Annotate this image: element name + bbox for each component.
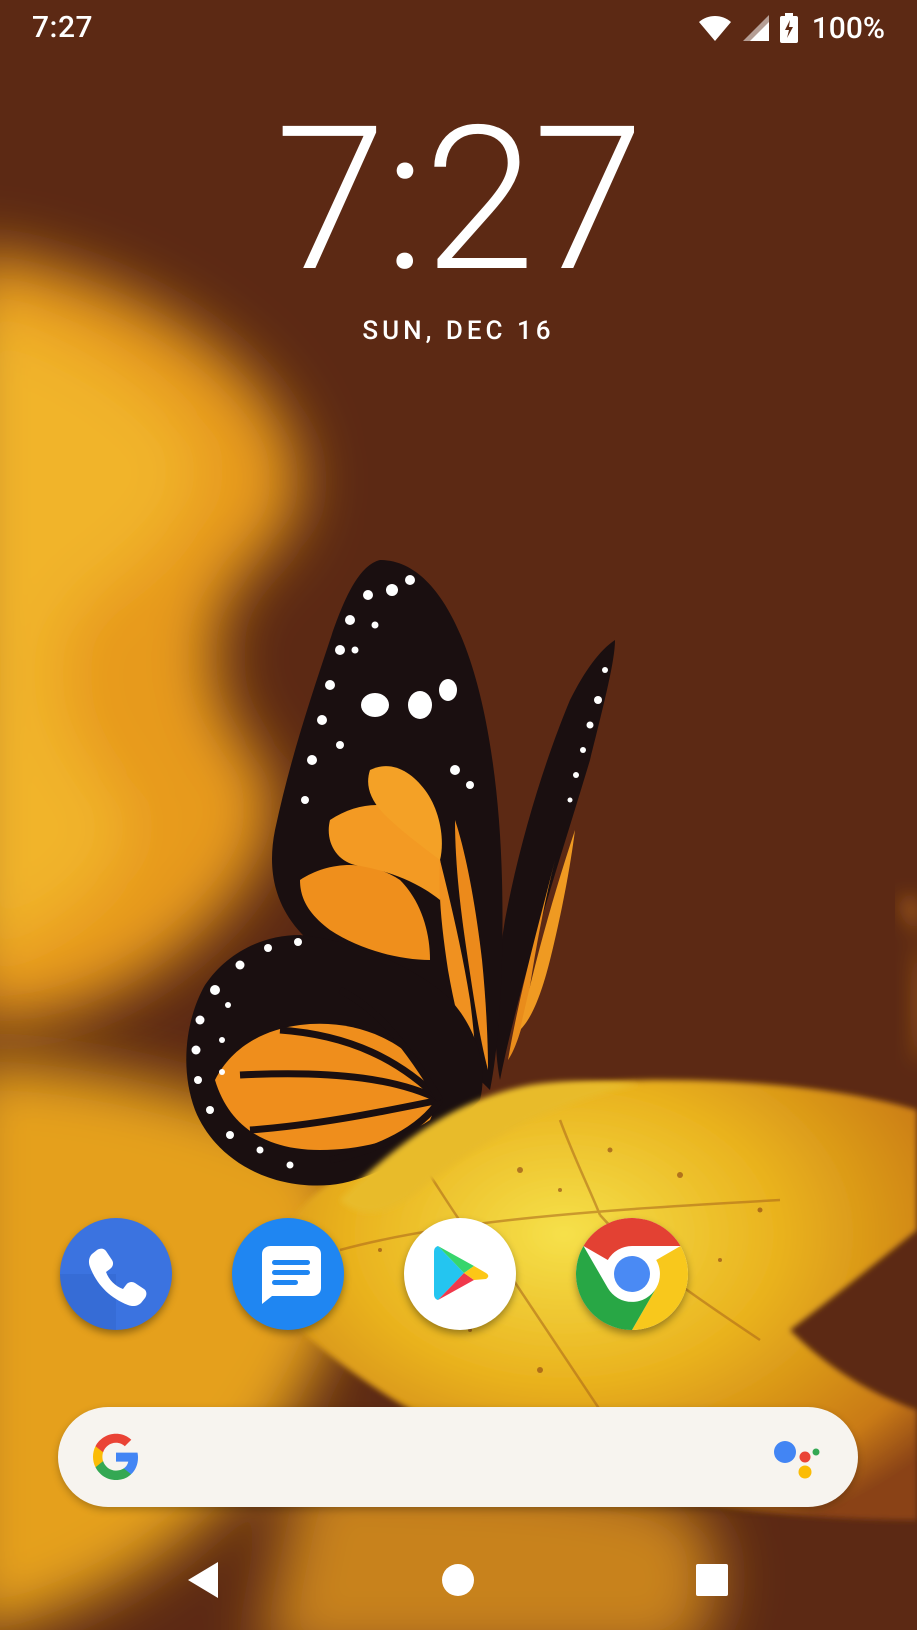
recents-icon: [696, 1564, 728, 1596]
home-screen: 7:27 100% 7:27 SUN, DEC 16: [0, 0, 917, 1630]
back-icon: [188, 1562, 218, 1598]
cell-signal-icon: [742, 15, 769, 41]
chrome-app-button[interactable]: [576, 1218, 688, 1330]
phone-app-button[interactable]: [60, 1218, 172, 1330]
app-dock: [60, 1218, 688, 1330]
navigation-bar: [0, 1530, 917, 1630]
phone-icon: [60, 1248, 147, 1330]
chrome-icon: [576, 1218, 688, 1330]
recents-button[interactable]: [684, 1552, 740, 1608]
battery-percent: 100%: [811, 10, 885, 46]
battery-charging-icon: [779, 13, 798, 43]
home-icon: [442, 1564, 474, 1596]
play-store-app-button[interactable]: [404, 1218, 516, 1330]
play-store-icon: [434, 1246, 489, 1300]
messages-icon: [262, 1246, 321, 1304]
google-assistant-icon[interactable]: [772, 1433, 824, 1485]
messages-app-button[interactable]: [232, 1218, 344, 1330]
google-g-icon[interactable]: [88, 1429, 144, 1485]
status-bar: 7:27 100%: [0, 0, 917, 56]
google-search-bar[interactable]: [58, 1407, 858, 1507]
status-time: 7:27: [32, 10, 94, 45]
status-icons: 100%: [698, 10, 885, 46]
home-button[interactable]: [430, 1552, 486, 1608]
home-date[interactable]: SUN, DEC 16: [0, 316, 917, 346]
back-button[interactable]: [176, 1552, 232, 1608]
home-clock[interactable]: 7:27: [0, 100, 917, 300]
wifi-icon: [698, 16, 731, 41]
